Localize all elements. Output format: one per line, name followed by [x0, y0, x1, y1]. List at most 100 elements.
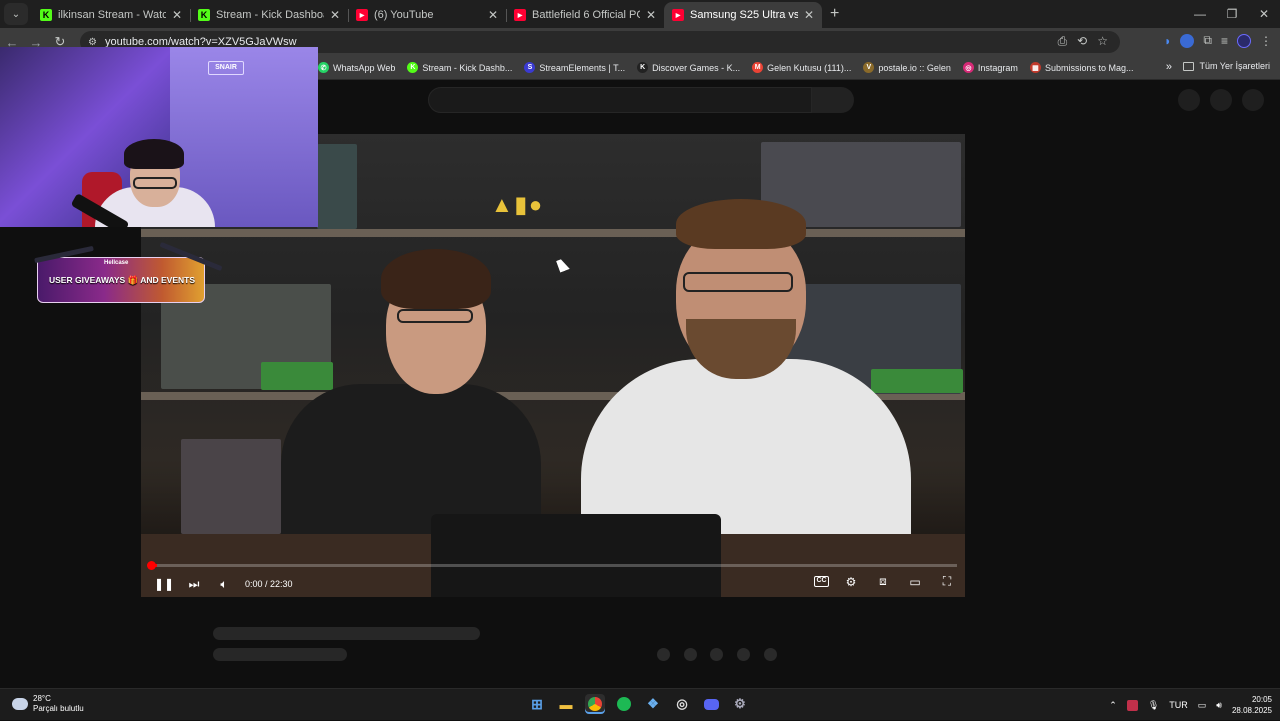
- weather-widget[interactable]: 28°C Parçalı bulutlu: [10, 694, 84, 714]
- tab-search-button[interactable]: ⌄: [4, 3, 28, 25]
- neon-nameplate: SNAIR: [208, 61, 244, 75]
- bookmark-star-icon[interactable]: ☆: [1097, 34, 1108, 49]
- all-bookmarks-folder[interactable]: Tüm Yer İşaretleri: [1183, 61, 1270, 71]
- bookmark-label: Submissions to Mag...: [1044, 62, 1134, 73]
- title-skeleton: [213, 627, 480, 640]
- loading-dot: [657, 648, 670, 661]
- timecode: 0:00 / 22:30: [245, 579, 293, 589]
- install-app-icon[interactable]: ⎙: [1058, 34, 1068, 49]
- minimize-button[interactable]: —: [1184, 0, 1216, 28]
- microphone-icon[interactable]: 🎙︎: [1148, 700, 1159, 711]
- gpu-label: [261, 362, 333, 390]
- tray-app-icon[interactable]: [1126, 699, 1138, 711]
- video-progress-bar[interactable]: [147, 561, 957, 570]
- player-controls-right: CC ⚙ ⧈ ▭ ⛶: [814, 574, 957, 589]
- tab-4[interactable]: ▶ Samsung S25 Ultra vs Redmi ✕: [664, 2, 822, 28]
- extensions-puzzle-icon[interactable]: ⧉: [1203, 33, 1212, 48]
- site-info-icon[interactable]: ⚙: [88, 37, 97, 48]
- whatsapp-icon: ✆: [318, 62, 329, 73]
- bookmark-item[interactable]: S StreamElements | T...: [524, 62, 625, 73]
- restore-button[interactable]: ❐: [1216, 0, 1248, 28]
- close-icon[interactable]: ✕: [330, 8, 340, 22]
- more-bookmarks-icon[interactable]: »: [1166, 61, 1172, 73]
- obs-icon[interactable]: ◎: [672, 694, 692, 714]
- account-avatar[interactable]: [1242, 89, 1264, 111]
- tab-2[interactable]: ▶ (6) YouTube ✕: [348, 2, 506, 28]
- loading-dot: [684, 648, 697, 661]
- discord-icon[interactable]: [701, 694, 721, 714]
- bookmark-item[interactable]: ◎ Instagram: [962, 62, 1018, 73]
- close-icon[interactable]: ✕: [172, 8, 182, 22]
- kick-icon: K: [407, 62, 419, 73]
- streamer-webcam: SNAIR: [0, 47, 318, 227]
- kick-icon: K: [198, 9, 210, 21]
- extension-icon-1[interactable]: ◗: [1164, 34, 1171, 48]
- plus-icon: +: [830, 5, 840, 22]
- translate-icon[interactable]: ⟲: [1077, 34, 1087, 49]
- pause-icon[interactable]: ❚❚: [149, 577, 179, 591]
- close-icon[interactable]: ✕: [804, 8, 814, 22]
- bookmark-list: ✆ WhatsApp Web K Stream - Kick Dashb... S Str…: [318, 62, 1145, 73]
- giveaway-banner: Hellcase USER GIVEAWAYS 🎁 AND EVENTS: [34, 241, 223, 303]
- bookmark-item[interactable]: K Stream - Kick Dashb...: [407, 62, 512, 73]
- bookmark-label: WhatsApp Web: [333, 62, 396, 73]
- app-icon[interactable]: ❖: [643, 694, 663, 714]
- channel-skeleton: [213, 648, 347, 661]
- clock[interactable]: 20:05 28.08.2025: [1232, 694, 1272, 716]
- bookmark-label: Stream - Kick Dashb...: [422, 62, 513, 73]
- giveaway-text: USER GIVEAWAYS 🎁 AND EVENTS: [49, 275, 195, 285]
- close-icon[interactable]: ✕: [646, 8, 656, 22]
- menu-icon[interactable]: ⋮: [1260, 34, 1272, 48]
- captions-button[interactable]: CC: [814, 576, 829, 587]
- tab-title: Samsung S25 Ultra vs Redmi: [690, 9, 798, 21]
- youtube-icon: ▶: [514, 9, 526, 21]
- glasses: [397, 309, 473, 323]
- file-explorer-icon[interactable]: ▬: [556, 694, 576, 714]
- tab-strip: ⌄ Kilkinsan Stream - Watch Live on ✕ K Stre…: [0, 0, 1280, 28]
- miniplayer-icon[interactable]: ⧈: [873, 574, 893, 589]
- tab-1[interactable]: K Stream - Kick Dashboard ✕: [190, 2, 348, 28]
- profile-avatar[interactable]: [1237, 33, 1251, 48]
- hair: [381, 249, 491, 309]
- theater-mode-icon[interactable]: ▭: [905, 575, 925, 589]
- close-window-button[interactable]: ✕: [1248, 0, 1280, 28]
- instagram-icon: ◎: [962, 62, 974, 73]
- loading-dot: [764, 648, 777, 661]
- settings-icon[interactable]: ⚙: [730, 694, 750, 714]
- tab-0[interactable]: Kilkinsan Stream - Watch Live on ✕: [32, 2, 190, 28]
- chrome-icon[interactable]: [585, 694, 605, 714]
- next-icon[interactable]: ⏭: [179, 577, 209, 592]
- extension-icon-2[interactable]: [1180, 33, 1195, 48]
- speaker-icon[interactable]: 🔊︎: [1216, 700, 1222, 711]
- media-controls-icon[interactable]: ≡: [1221, 34, 1228, 48]
- display-icon[interactable]: ▭: [1198, 700, 1207, 711]
- scrubber-handle[interactable]: [147, 561, 156, 570]
- chevron-down-icon: ⌄: [11, 8, 21, 20]
- fullscreen-icon[interactable]: ⛶: [937, 574, 957, 589]
- bookmark-item[interactable]: M Gelen Kutusu (111)...: [752, 62, 851, 73]
- spotify-icon[interactable]: [614, 694, 634, 714]
- shelf: [141, 229, 965, 237]
- new-tab-button[interactable]: +: [830, 5, 839, 23]
- close-icon[interactable]: ✕: [488, 8, 498, 22]
- bookmark-item[interactable]: K Discover Games - K...: [637, 62, 740, 73]
- bookmark-item[interactable]: ▦ Submissions to Mag...: [1029, 62, 1134, 73]
- language-indicator[interactable]: TUR: [1169, 700, 1188, 710]
- bookmark-label: Instagram: [977, 62, 1018, 73]
- tab-3[interactable]: ▶ Battlefield 6 Official PC Trailer - ✕: [506, 2, 664, 28]
- omnibox-actions: ⎙ ⟲ ☆: [1058, 34, 1108, 49]
- create-icon[interactable]: [1178, 89, 1200, 111]
- bookmark-item[interactable]: ✆ WhatsApp Web: [318, 62, 395, 73]
- bookmark-item[interactable]: Vpostale.io :: Gelen: [863, 62, 951, 73]
- streamelements-icon: S: [524, 62, 536, 73]
- youtube-search-input[interactable]: [428, 87, 812, 113]
- start-button[interactable]: ⊞: [527, 694, 547, 714]
- youtube-search-button[interactable]: [812, 87, 854, 113]
- chevron-up-icon[interactable]: ⌃: [1109, 700, 1117, 711]
- settings-gear-icon[interactable]: ⚙: [841, 575, 861, 589]
- notifications-icon[interactable]: [1210, 89, 1232, 111]
- volume-icon[interactable]: 🔈︎: [209, 577, 239, 592]
- loading-dot: [737, 648, 750, 661]
- magazine-icon: ▦: [1029, 62, 1041, 73]
- bee-decoration: ▲▮●: [491, 192, 545, 217]
